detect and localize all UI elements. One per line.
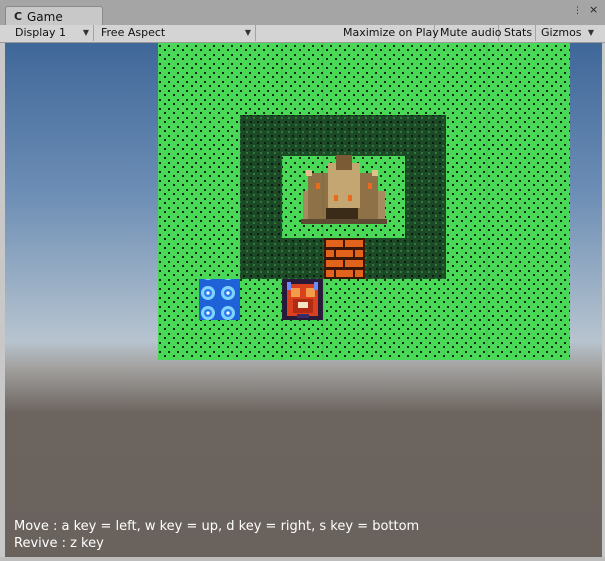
controls-help-text: Move : a key = left, w key = up, d key =… (14, 518, 419, 552)
tab-bar: C Game ⋮ × (0, 0, 605, 26)
stats-label: Stats (504, 26, 533, 39)
game-screen[interactable] (158, 43, 570, 360)
game-viewport[interactable]: Move : a key = left, w key = up, d key =… (5, 43, 602, 557)
revive-instruction: Revive : z key (14, 536, 104, 551)
kebab-menu-icon[interactable]: ⋮ (573, 6, 582, 16)
mute-audio-label: Mute audio (440, 26, 502, 39)
aspect-dropdown-label: Free Aspect (101, 26, 166, 39)
chevron-down-icon: ▼ (82, 28, 89, 37)
game-window: C Game ⋮ × Display 1 ▼ Free Aspect ▼ Max… (0, 0, 605, 561)
aspect-dropdown[interactable]: Free Aspect ▼ (96, 25, 256, 41)
maximize-on-play-toggle[interactable]: Maximize on Play (338, 25, 439, 41)
tab-game-label: Game (27, 10, 63, 24)
mute-audio-toggle[interactable]: Mute audio (435, 25, 502, 41)
blue-flower-tile-sprite (199, 279, 240, 320)
chevron-down-icon: ▼ (587, 28, 594, 37)
game-view-icon: C (14, 10, 23, 23)
close-icon[interactable]: × (589, 3, 598, 16)
move-instruction: Move : a key = left, w key = up, d key =… (14, 519, 420, 534)
stats-toggle[interactable]: Stats (499, 25, 536, 41)
red-armored-hero-sprite[interactable] (282, 279, 323, 320)
tab-game[interactable]: C Game (5, 6, 103, 26)
maximize-on-play-label: Maximize on Play (343, 26, 439, 39)
display-dropdown-label: Display 1 (15, 26, 67, 39)
window-bottom-edge (0, 557, 605, 561)
gizmos-label: Gizmos (541, 26, 582, 39)
chevron-down-icon: ▼ (244, 28, 251, 37)
game-toolbar: Display 1 ▼ Free Aspect ▼ Maximize on Pl… (0, 25, 605, 43)
display-dropdown[interactable]: Display 1 ▼ (10, 25, 94, 41)
gizmos-dropdown[interactable]: Gizmos ▼ (536, 25, 598, 41)
brick-bridge-sprite (324, 238, 365, 279)
